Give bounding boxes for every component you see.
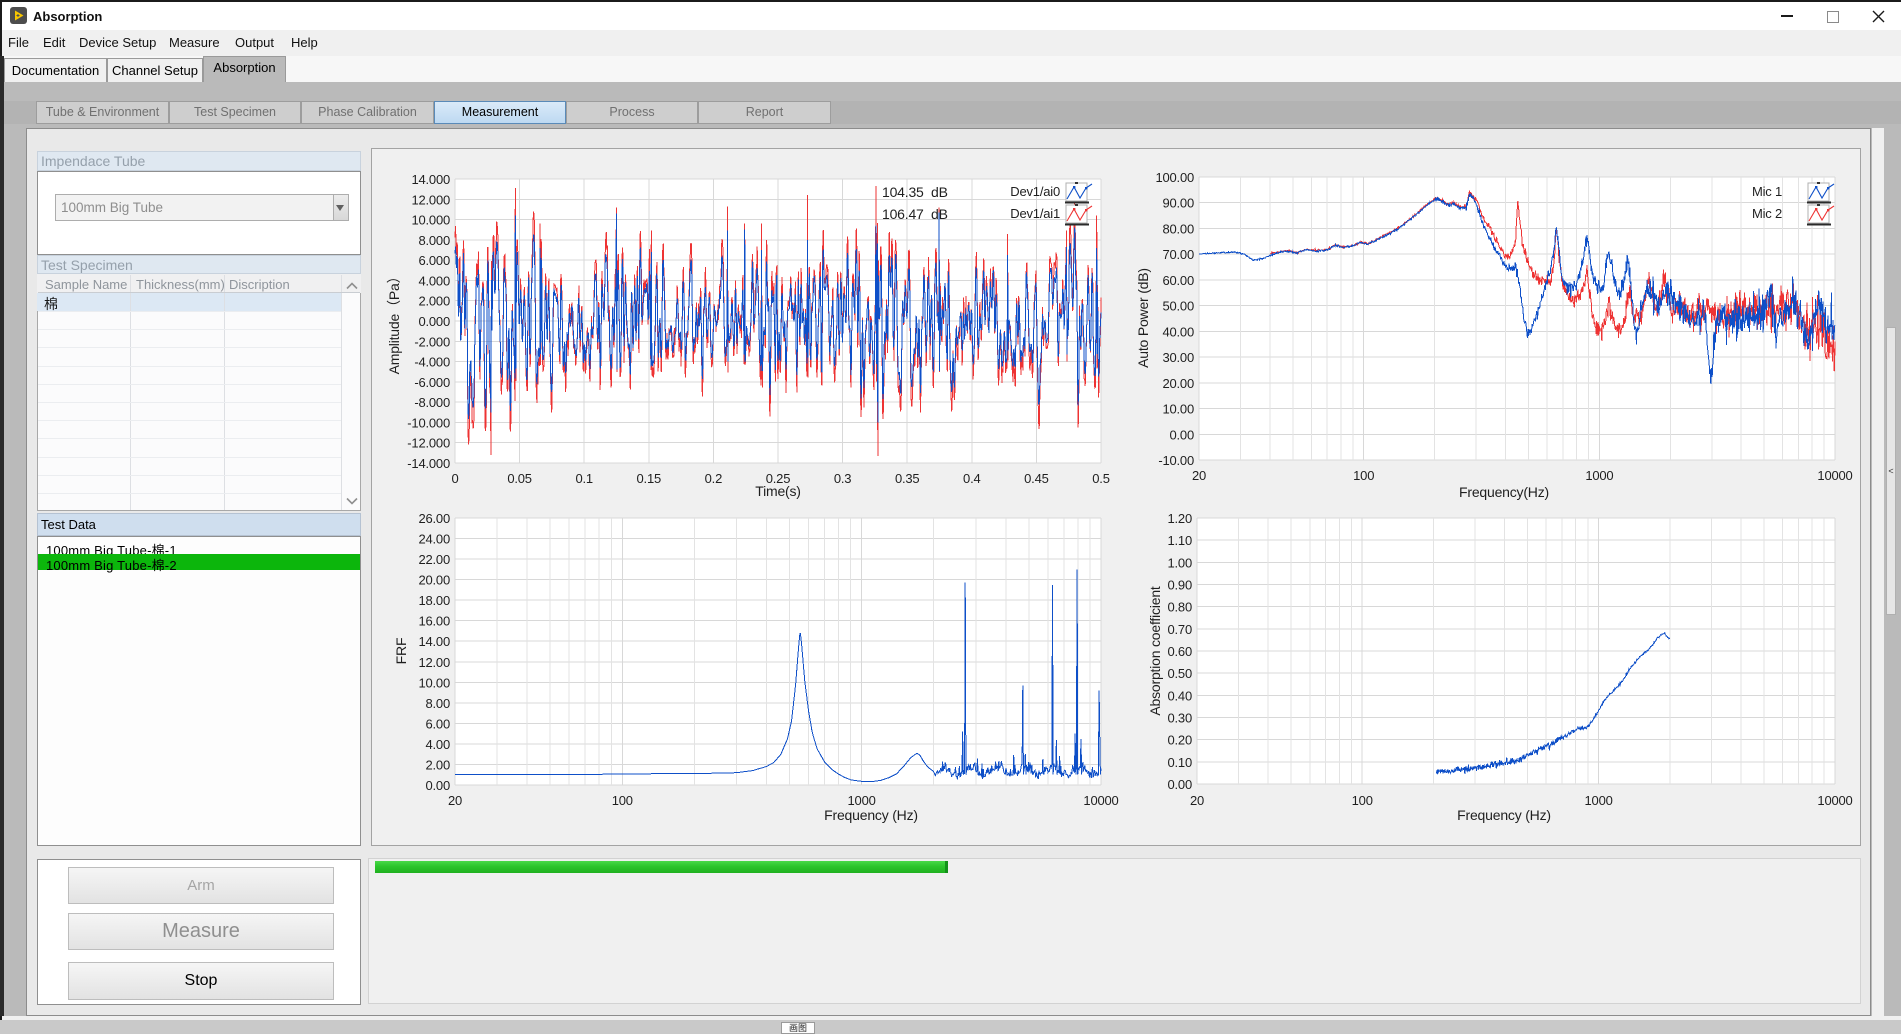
svg-text:0.90: 0.90 — [1167, 578, 1192, 593]
svg-text:1.00: 1.00 — [1167, 555, 1192, 570]
svg-text:-6.000: -6.000 — [414, 375, 450, 390]
svg-text:0.5: 0.5 — [1092, 471, 1109, 486]
svg-text:0.10: 0.10 — [1167, 755, 1192, 770]
svg-text:0.30: 0.30 — [1167, 711, 1192, 726]
svg-text:Frequency (Hz): Frequency (Hz) — [824, 807, 918, 823]
svg-text:0.000: 0.000 — [418, 314, 450, 329]
svg-text:8.00: 8.00 — [425, 696, 450, 711]
svg-text:10000: 10000 — [1817, 468, 1852, 483]
svg-text:10.000: 10.000 — [411, 213, 450, 228]
svg-text:0.1: 0.1 — [575, 471, 592, 486]
svg-text:100: 100 — [1352, 793, 1373, 808]
svg-text:10000: 10000 — [1083, 793, 1118, 808]
svg-text:0.70: 0.70 — [1167, 622, 1192, 637]
svg-text:26.00: 26.00 — [418, 511, 450, 526]
svg-text:40.00: 40.00 — [1162, 324, 1194, 339]
svg-text:16.00: 16.00 — [418, 614, 450, 629]
svg-text:50.00: 50.00 — [1162, 299, 1194, 314]
svg-text:10.00: 10.00 — [418, 675, 450, 690]
svg-text:6.000: 6.000 — [418, 253, 450, 268]
svg-text:0: 0 — [451, 471, 458, 486]
svg-text:100: 100 — [612, 793, 633, 808]
svg-text:1.20: 1.20 — [1167, 511, 1192, 526]
svg-text:14.000: 14.000 — [411, 172, 450, 187]
svg-text:0.00: 0.00 — [425, 778, 450, 793]
svg-text:8.000: 8.000 — [418, 233, 450, 248]
svg-text:100: 100 — [1353, 468, 1374, 483]
svg-text:90.00: 90.00 — [1162, 196, 1194, 211]
svg-text:100.00: 100.00 — [1155, 170, 1194, 185]
svg-text:0.60: 0.60 — [1167, 644, 1192, 659]
svg-text:12.000: 12.000 — [411, 192, 450, 207]
svg-text:-10.00: -10.00 — [1158, 453, 1194, 468]
svg-text:20: 20 — [448, 793, 462, 808]
svg-text:20.00: 20.00 — [1162, 376, 1194, 391]
svg-text:20: 20 — [1190, 793, 1204, 808]
svg-text:-14.000: -14.000 — [407, 456, 450, 471]
svg-text:1000: 1000 — [848, 793, 876, 808]
svg-text:-2.000: -2.000 — [414, 334, 450, 349]
svg-text:70.00: 70.00 — [1162, 247, 1194, 262]
svg-text:4.000: 4.000 — [418, 273, 450, 288]
svg-text:0.00: 0.00 — [1167, 777, 1192, 792]
svg-text:1000: 1000 — [1585, 793, 1613, 808]
svg-text:0.15: 0.15 — [637, 471, 662, 486]
svg-text:0.4: 0.4 — [963, 471, 980, 486]
svg-text:Auto Power (dB): Auto Power (dB) — [1135, 268, 1151, 368]
svg-text:10000: 10000 — [1817, 793, 1852, 808]
svg-text:0.2: 0.2 — [705, 471, 722, 486]
svg-text:Mic 1: Mic 1 — [1752, 184, 1782, 199]
svg-text:6.00: 6.00 — [425, 716, 450, 731]
svg-text:0.45: 0.45 — [1024, 471, 1049, 486]
svg-text:2.000: 2.000 — [418, 294, 450, 309]
svg-text:Mic 2: Mic 2 — [1752, 206, 1782, 221]
svg-text:80.00: 80.00 — [1162, 222, 1194, 237]
svg-text:Frequency(Hz): Frequency(Hz) — [1459, 484, 1549, 500]
svg-text:0.05: 0.05 — [507, 471, 532, 486]
svg-text:0.40: 0.40 — [1167, 688, 1192, 703]
svg-text:Dev1/ai0: Dev1/ai0 — [1010, 184, 1060, 199]
svg-text:0.35: 0.35 — [895, 471, 920, 486]
svg-text:0.80: 0.80 — [1167, 600, 1192, 615]
svg-text:Frequency (Hz): Frequency (Hz) — [1457, 807, 1551, 823]
svg-text:Dev1/ai1: Dev1/ai1 — [1010, 206, 1060, 221]
svg-text:FRF: FRF — [393, 638, 409, 665]
svg-text:0.00: 0.00 — [1169, 427, 1194, 442]
svg-text:-12.000: -12.000 — [407, 436, 450, 451]
svg-text:Amplitude（Pa）: Amplitude（Pa） — [386, 270, 402, 375]
svg-text:20: 20 — [1192, 468, 1206, 483]
svg-text:18.00: 18.00 — [418, 593, 450, 608]
svg-text:60.00: 60.00 — [1162, 273, 1194, 288]
svg-text:30.00: 30.00 — [1162, 350, 1194, 365]
svg-text:Time(s): Time(s) — [755, 483, 801, 499]
svg-text:Absorption coefficient: Absorption coefficient — [1147, 586, 1163, 716]
svg-text:4.00: 4.00 — [425, 737, 450, 752]
svg-text:-10.000: -10.000 — [407, 415, 450, 430]
svg-text:22.00: 22.00 — [418, 552, 450, 567]
svg-text:1.10: 1.10 — [1167, 533, 1192, 548]
svg-text:106.47 dB: 106.47 dB — [882, 206, 948, 222]
svg-text:2.00: 2.00 — [425, 758, 450, 773]
svg-text:-4.000: -4.000 — [414, 355, 450, 370]
svg-text:0.3: 0.3 — [834, 471, 851, 486]
svg-text:0.20: 0.20 — [1167, 733, 1192, 748]
svg-text:10.00: 10.00 — [1162, 402, 1194, 417]
svg-text:12.00: 12.00 — [418, 655, 450, 670]
svg-text:20.00: 20.00 — [418, 573, 450, 588]
svg-text:24.00: 24.00 — [418, 532, 450, 547]
svg-text:1000: 1000 — [1585, 468, 1613, 483]
svg-text:14.00: 14.00 — [418, 634, 450, 649]
svg-text:0.50: 0.50 — [1167, 666, 1192, 681]
svg-text:-8.000: -8.000 — [414, 395, 450, 410]
svg-text:104.35 dB: 104.35 dB — [882, 184, 948, 200]
